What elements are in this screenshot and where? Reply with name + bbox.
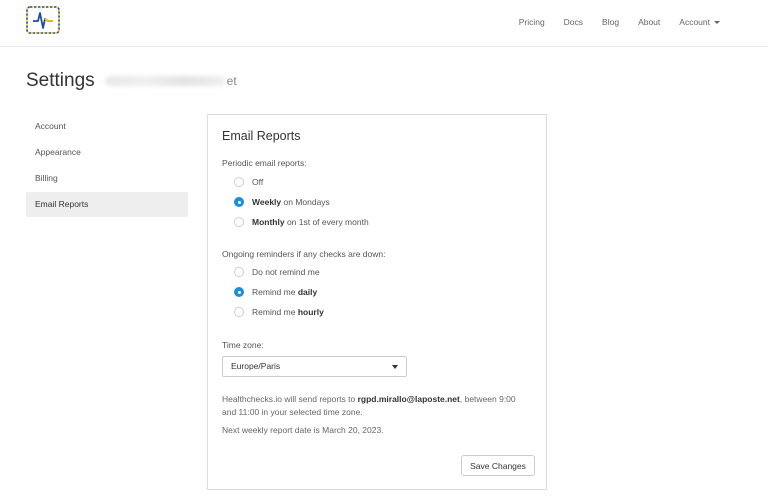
timezone-value: Europe/Paris [231, 361, 281, 371]
periodic-reports-label: Periodic email reports: [222, 158, 307, 168]
report-info-text: Healthchecks.io will send reports to rgp… [222, 394, 516, 417]
radio-reports-monthly[interactable]: Monthly on 1st of every month [234, 215, 369, 229]
sidebar-item-account[interactable]: Account [26, 114, 188, 139]
healthchecks-logo[interactable] [26, 6, 60, 34]
next-report-text: Next weekly report date is March 20, 202… [222, 425, 384, 435]
radio-button-checked[interactable] [234, 287, 244, 297]
caret-down-icon [714, 21, 720, 24]
redacted-project-name [104, 76, 225, 86]
nav-blog-link[interactable]: Blog [602, 17, 619, 27]
sidebar-item-email-reports[interactable]: Email Reports [26, 192, 188, 217]
radio-remind-none[interactable]: Do not remind me [234, 265, 320, 279]
radio-reports-off[interactable]: Off [234, 175, 263, 189]
email-reports-panel: Email Reports Periodic email reports: Of… [207, 114, 547, 490]
nav-pricing-link[interactable]: Pricing [519, 17, 545, 27]
radio-remind-daily[interactable]: Remind me daily [234, 285, 317, 299]
panel-title: Email Reports [222, 129, 301, 143]
radio-button-checked[interactable] [234, 197, 244, 207]
page-title-tail: et [226, 74, 237, 88]
page-title-text: Settings [26, 70, 95, 91]
nav-about-link[interactable]: About [638, 17, 660, 27]
chevron-down-icon [392, 365, 398, 369]
nav-links: Pricing Docs Blog About Account [500, 0, 720, 44]
timezone-select[interactable]: Europe/Paris [222, 356, 407, 377]
save-changes-button[interactable]: Save Changes [461, 455, 535, 476]
settings-sidebar: Account Appearance Billing Email Reports [26, 114, 188, 218]
report-email: rgpd.mirallo@laposte.net [357, 394, 460, 404]
nav-account-label: Account [679, 17, 710, 27]
radio-button[interactable] [234, 267, 244, 277]
timezone-label: Time zone: [222, 340, 264, 350]
page-title: Settings et [26, 70, 237, 92]
sidebar-item-appearance[interactable]: Appearance [26, 140, 188, 165]
sidebar-item-billing[interactable]: Billing [26, 166, 188, 191]
reminders-label: Ongoing reminders if any checks are down… [222, 249, 386, 259]
radio-button[interactable] [234, 217, 244, 227]
nav-account-dropdown[interactable]: Account [679, 17, 720, 27]
radio-button[interactable] [234, 177, 244, 187]
radio-reports-weekly[interactable]: Weekly on Mondays [234, 195, 330, 209]
radio-button[interactable] [234, 307, 244, 317]
nav-docs-link[interactable]: Docs [564, 17, 583, 27]
radio-remind-hourly[interactable]: Remind me hourly [234, 305, 324, 319]
top-navbar: Pricing Docs Blog About Account [0, 0, 768, 47]
